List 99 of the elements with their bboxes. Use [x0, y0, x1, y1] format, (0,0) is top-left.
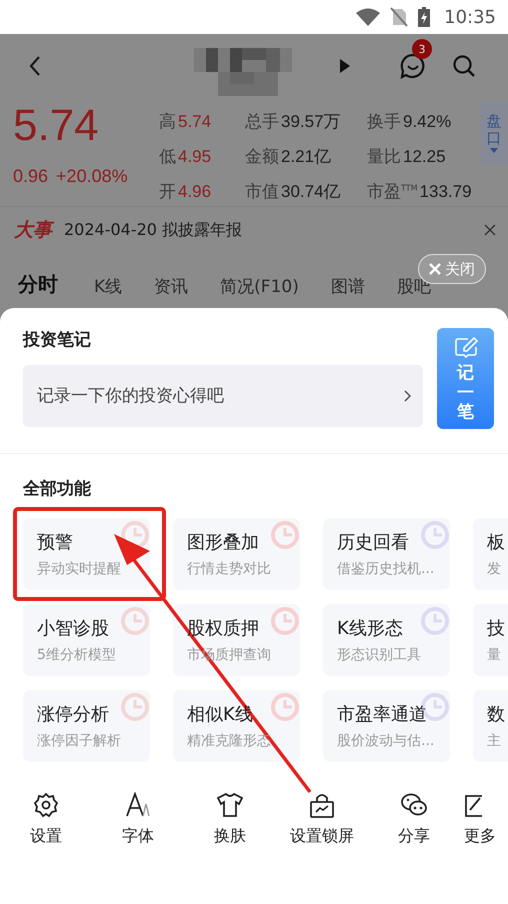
- feature-title: K线形态: [337, 617, 403, 640]
- stat-label: 开: [159, 181, 176, 203]
- stat-label: 高: [159, 111, 176, 133]
- section-title: 投资笔记: [23, 329, 92, 351]
- shirt-icon: [217, 792, 243, 818]
- feature-icon: [270, 692, 300, 722]
- edit-icon: [454, 336, 478, 360]
- caret-icon: [490, 148, 498, 153]
- feature-subtitle: 异动实时提醒: [37, 560, 121, 578]
- back-icon[interactable]: [28, 55, 42, 77]
- search-icon[interactable]: [452, 54, 476, 78]
- stock-price: 5.74: [13, 102, 100, 150]
- feature-title: 预警: [37, 531, 73, 554]
- feature-subtitle: 借鉴历史找机...: [337, 560, 434, 578]
- battery-charging-icon: [418, 7, 430, 27]
- section-title: 全部功能: [23, 478, 92, 500]
- message-count-badge: 3: [412, 39, 432, 59]
- tab[interactable]: 资讯: [154, 275, 188, 298]
- feature-tile[interactable]: 预警 异动实时提醒: [23, 518, 150, 590]
- feature-tile[interactable]: 历史回看 借鉴历史找机...: [323, 518, 450, 590]
- close-icon: [429, 263, 441, 275]
- feature-subtitle: 发: [487, 560, 501, 578]
- feature-icon: [270, 606, 300, 636]
- stat-value: 4.96: [178, 182, 212, 202]
- action-button[interactable]: 更多: [460, 792, 508, 847]
- chat-icon[interactable]: [400, 53, 426, 79]
- feature-title: 相似K线: [187, 703, 253, 726]
- font-size-icon: [125, 792, 151, 818]
- feature-subtitle: 行情走势对比: [187, 560, 271, 578]
- feature-title: 数: [487, 703, 505, 726]
- stat-label: 金额: [245, 146, 279, 168]
- action-button[interactable]: 字体: [92, 792, 184, 847]
- feature-icon: [120, 692, 150, 722]
- action-button[interactable]: 分享: [368, 792, 460, 847]
- clock-time: 10:35: [444, 6, 496, 28]
- close-icon[interactable]: [484, 224, 496, 236]
- tab[interactable]: 简况(F10): [220, 275, 299, 298]
- feature-tile[interactable]: 市盈率通道 股价波动与估...: [323, 690, 450, 762]
- settings-icon: [33, 792, 59, 818]
- stat-label: 量比: [367, 146, 401, 168]
- stat-value: 2.21亿: [281, 146, 332, 168]
- feature-title: 图形叠加: [187, 531, 259, 554]
- stat-label: 换手: [367, 111, 401, 133]
- event-text: 2024-04-20 拟披露年报: [64, 220, 244, 240]
- tab[interactable]: 分时: [18, 271, 58, 298]
- note-input-field[interactable]: 记录一下你的投资心得吧: [23, 365, 423, 427]
- feature-subtitle: 主: [487, 732, 501, 750]
- stat-value: 5.74: [178, 112, 212, 132]
- feature-title: 股权质押: [187, 617, 259, 640]
- feature-subtitle: 股价波动与估...: [337, 732, 434, 750]
- feature-subtitle: 形态识别工具: [337, 646, 421, 664]
- feature-title: 技: [487, 617, 505, 640]
- event-tag: 大事: [14, 217, 52, 243]
- stat-value: 4.95: [178, 147, 212, 167]
- feature-tile[interactable]: 图形叠加 行情走势对比: [173, 518, 300, 590]
- play-icon[interactable]: [340, 59, 350, 73]
- action-button[interactable]: 设置锁屏: [276, 792, 368, 847]
- feature-tile[interactable]: 涨停分析 涨停因子解析: [23, 690, 150, 762]
- feature-tile[interactable]: 技 量: [473, 604, 508, 676]
- tab[interactable]: 图谱: [330, 275, 365, 298]
- no-sim-icon: [390, 7, 408, 27]
- feature-title: 小智诊股: [37, 617, 109, 640]
- stat-label: 市值: [245, 181, 279, 203]
- stat-label: 低: [159, 146, 176, 168]
- stat-value: 12.25: [403, 147, 446, 167]
- feature-tile[interactable]: 数 主: [473, 690, 508, 762]
- lock-chart-icon: [309, 792, 335, 818]
- feature-subtitle: 量: [487, 646, 501, 664]
- feature-title: 涨停分析: [37, 703, 109, 726]
- feature-title: 市盈率通道: [337, 703, 427, 726]
- chat-bubbles-icon: [400, 792, 428, 818]
- wifi-icon: [356, 8, 380, 26]
- feature-subtitle: 精准克隆形态: [187, 732, 271, 750]
- feature-icon: [270, 520, 300, 550]
- action-button[interactable]: 换肤: [184, 792, 276, 847]
- feature-title: 板: [487, 531, 505, 554]
- write-note-button[interactable]: 记一笔: [437, 328, 494, 429]
- feature-tile[interactable]: K线形态 形态识别工具: [323, 604, 450, 676]
- stat-value: 30.74亿: [281, 181, 341, 203]
- feature-icon: [420, 520, 450, 550]
- feature-icon: [120, 606, 150, 636]
- percent-change: +20.08%: [56, 166, 128, 188]
- stat-value: 133.79: [420, 182, 472, 202]
- tab[interactable]: K线: [94, 275, 122, 298]
- feature-subtitle: 5维分析模型: [37, 646, 116, 664]
- stat-value: 39.57万: [281, 111, 341, 133]
- price-change: 0.96: [13, 166, 48, 188]
- stat-label: 总手: [245, 111, 279, 133]
- feature-icon: [420, 606, 450, 636]
- feature-tile[interactable]: 小智诊股 5维分析模型: [23, 604, 150, 676]
- feature-tile[interactable]: 相似K线 精准克隆形态: [173, 690, 300, 762]
- edit-icon: [464, 792, 484, 818]
- stat-value: 9.42%: [403, 112, 452, 132]
- action-button[interactable]: 设置: [0, 792, 92, 847]
- feature-tile[interactable]: 板 发: [473, 518, 508, 590]
- feature-subtitle: 涨停因子解析: [37, 732, 121, 750]
- feature-title: 历史回看: [337, 531, 409, 554]
- chevron-right-icon: [404, 390, 411, 402]
- stat-label: 市盈$^{TTM}$: [367, 181, 418, 203]
